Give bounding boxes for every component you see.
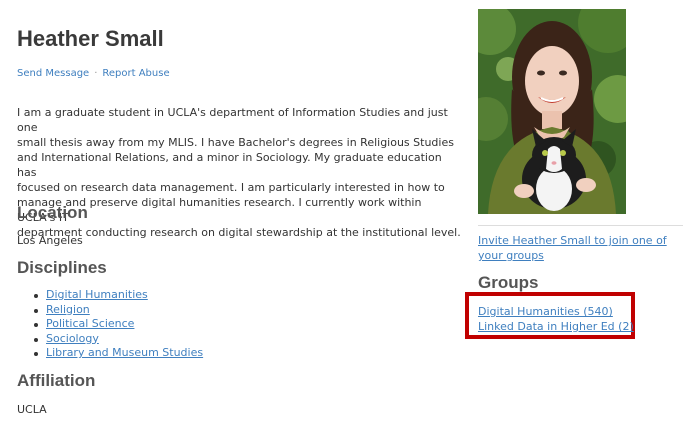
group-item: Digital Humanities (540) [478,304,634,319]
discipline-link-library-museum-studies[interactable]: Library and Museum Studies [46,346,203,359]
affiliation-value: UCLA [17,403,47,416]
disciplines-heading: Disciplines [17,258,107,277]
profile-photo-image [478,9,626,214]
group-item: Linked Data in Higher Ed (2) [478,319,634,334]
location-heading: Location [17,203,88,222]
profile-photo[interactable] [478,9,626,214]
affiliation-heading: Affiliation [17,371,96,390]
profile-page: Heather Small Send Message · Report Abuse … [0,0,695,421]
discipline-link-digital-humanities[interactable]: Digital Humanities [46,288,148,301]
report-abuse-link[interactable]: Report Abuse [102,68,169,79]
discipline-item: Digital Humanities [32,288,203,303]
group-list: Digital Humanities (540) Linked Data in … [478,304,634,334]
groups-heading: Groups [478,273,539,292]
discipline-link-sociology[interactable]: Sociology [46,332,99,345]
profile-name: Heather Small [17,26,164,51]
location-value: Los Angeles [17,234,83,247]
discipline-item: Political Science [32,317,203,332]
profile-actions: Send Message · Report Abuse [17,68,170,79]
discipline-list: Digital Humanities Religion Political Sc… [32,288,203,361]
discipline-link-political-science[interactable]: Political Science [46,317,134,330]
group-link-digital-humanities[interactable]: Digital Humanities (540) [478,305,613,318]
action-separator: · [94,68,98,79]
discipline-link-religion[interactable]: Religion [46,303,90,316]
send-message-link[interactable]: Send Message [17,68,89,79]
group-link-linked-data[interactable]: Linked Data in Higher Ed (2) [478,320,634,333]
discipline-item: Library and Museum Studies [32,346,203,361]
invite-to-group-link[interactable]: Invite Heather Small to join one of your… [478,233,683,263]
discipline-item: Sociology [32,332,203,347]
discipline-item: Religion [32,303,203,318]
sidebar-divider [478,225,683,226]
